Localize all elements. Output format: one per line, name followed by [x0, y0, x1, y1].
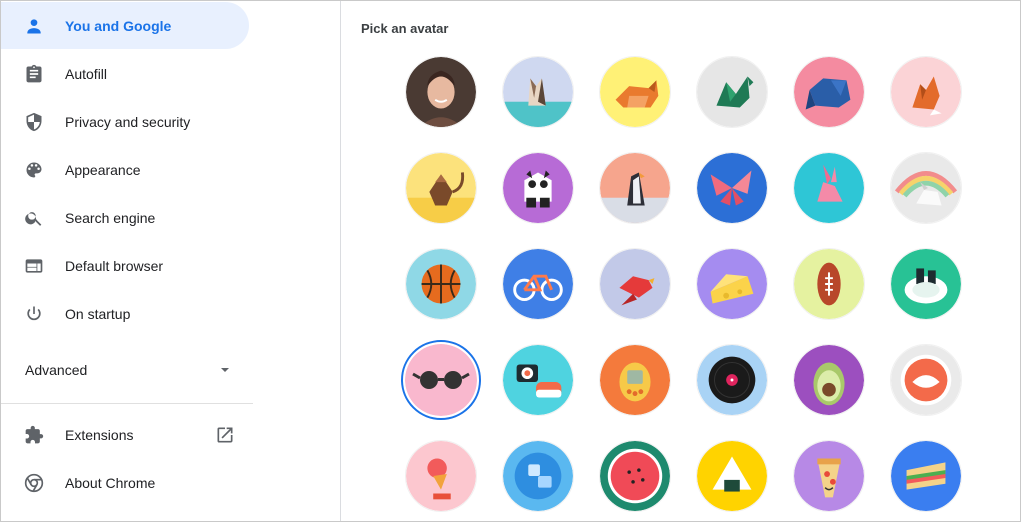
sidebar-item-label: Appearance: [65, 161, 141, 178]
avatar-option-ice-cubes[interactable]: [502, 440, 574, 512]
avatar-option-origami-elephant[interactable]: [793, 56, 865, 128]
sidebar-item-label: On startup: [65, 305, 131, 322]
search-icon: [24, 208, 44, 228]
avatar-option-watermelon[interactable]: [599, 440, 671, 512]
sidebar-divider: [1, 403, 253, 404]
avatar-option-origami-butterfly[interactable]: [696, 152, 768, 224]
sidebar-item-label: You and Google: [65, 17, 172, 34]
sidebar-item-label: About Chrome: [65, 474, 156, 491]
settings-sidebar: You and Google Autofill Privacy and securi…: [1, 1, 253, 521]
sidebar-item-label: Default browser: [65, 257, 164, 274]
clipboard-icon: [24, 64, 44, 84]
sidebar-item-you-and-google[interactable]: You and Google: [1, 2, 249, 49]
avatar-option-basketball[interactable]: [405, 248, 477, 320]
avatar-option-sushi-rolls[interactable]: [502, 344, 574, 416]
avatar-option-origami-monkey[interactable]: [405, 152, 477, 224]
sidebar-item-appearance[interactable]: Appearance: [1, 146, 249, 193]
avatar-option-origami-cat[interactable]: [502, 56, 574, 128]
avatar-option-ice-cream[interactable]: [405, 440, 477, 512]
sidebar-item-extensions[interactable]: Extensions: [1, 411, 249, 458]
avatar-option-avocado[interactable]: [793, 344, 865, 416]
avatar-option-vinyl-record[interactable]: [696, 344, 768, 416]
sidebar-item-on-startup[interactable]: On startup: [1, 290, 249, 337]
avatar-option-origami-unicorn[interactable]: [890, 152, 962, 224]
sidebar-item-search-engine[interactable]: Search engine: [1, 194, 249, 241]
avatar-option-origami-fox[interactable]: [890, 56, 962, 128]
sidebar-item-label: Search engine: [65, 209, 156, 226]
avatar-option-bicycle[interactable]: [502, 248, 574, 320]
puzzle-piece-icon: [24, 425, 44, 445]
sidebar-item-about-chrome[interactable]: About Chrome: [1, 459, 249, 506]
avatar-option-origami-dragon[interactable]: [696, 56, 768, 128]
person-icon: [24, 16, 44, 36]
page-title: Pick an avatar: [361, 21, 449, 36]
avatar-option-pizza[interactable]: [793, 440, 865, 512]
avatar-option-origami-rabbit[interactable]: [793, 152, 865, 224]
power-icon: [24, 304, 44, 324]
sidebar-item-label: Privacy and security: [65, 113, 191, 130]
avatar-option-cheese[interactable]: [696, 248, 768, 320]
sidebar-item-autofill[interactable]: Autofill: [1, 50, 249, 97]
avatar-option-smiley[interactable]: [890, 344, 962, 416]
avatar-option-sunglasses[interactable]: [405, 344, 477, 416]
avatar-option-onigiri[interactable]: [696, 440, 768, 512]
avatar-option-tamagotchi[interactable]: [599, 344, 671, 416]
sidebar-item-default-browser[interactable]: Default browser: [1, 242, 249, 289]
avatar-option-sushi-plate[interactable]: [890, 248, 962, 320]
avatar-option-football[interactable]: [793, 248, 865, 320]
settings-window: You and Google Autofill Privacy and securi…: [0, 0, 1021, 522]
avatar-option-origami-corgi[interactable]: [599, 56, 671, 128]
avatar-option-sandwich[interactable]: [890, 440, 962, 512]
open-in-new-icon[interactable]: [215, 425, 235, 445]
sidebar-item-label: Extensions: [65, 426, 134, 443]
avatar-option-user-photo[interactable]: [405, 56, 477, 128]
chrome-logo-icon: [24, 473, 44, 493]
sidebar-item-privacy-and-security[interactable]: Privacy and security: [1, 98, 249, 145]
advanced-label: Advanced: [25, 362, 88, 378]
avatar-option-origami-panda[interactable]: [502, 152, 574, 224]
avatar-option-origami-penguin[interactable]: [599, 152, 671, 224]
shield-icon: [24, 112, 44, 132]
advanced-section-toggle[interactable]: Advanced: [1, 346, 249, 394]
chevron-down-icon: [218, 363, 232, 377]
browser-window-icon: [24, 256, 44, 276]
sidebar-item-label: Autofill: [65, 65, 108, 82]
avatar-picker-panel: Pick an avatar: [341, 1, 1020, 521]
palette-icon: [24, 160, 44, 180]
avatar-option-bird[interactable]: [599, 248, 671, 320]
